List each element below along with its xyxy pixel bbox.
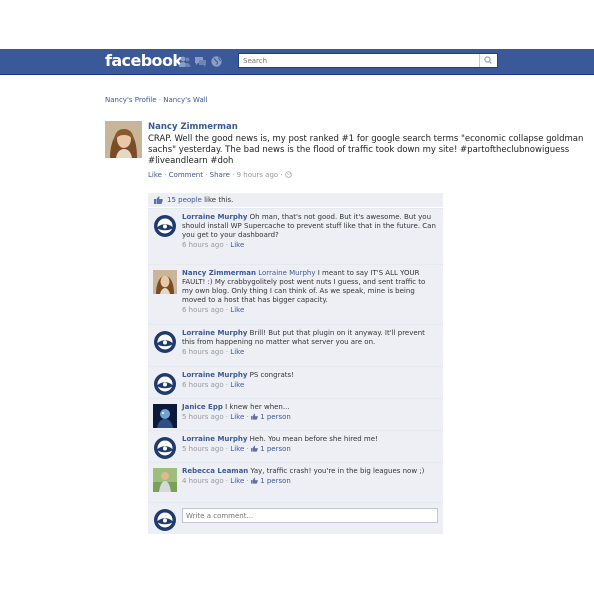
write-comment-box <box>148 502 443 534</box>
comment-like-link[interactable]: Like <box>230 477 244 485</box>
comment-time[interactable]: 6 hours ago <box>182 381 224 389</box>
post-actions-separator: · <box>205 171 208 179</box>
commenter-avatar-logo[interactable] <box>153 330 177 354</box>
comment-meta: 4 hours ago · Like · 1 person <box>182 477 291 485</box>
breadcrumb-profile-link[interactable]: Nancy's Profile <box>105 96 157 104</box>
comment-time[interactable]: 5 hours ago <box>182 413 224 421</box>
comment-body: Lorraine Murphy PS congrats! 6 hours ago… <box>182 371 438 390</box>
comment-like-link[interactable]: Like <box>230 348 244 356</box>
commenter-avatar-photo[interactable] <box>153 270 177 294</box>
comment: Lorraine Murphy Brill! But put that plug… <box>148 324 443 366</box>
comment-text: Yay, traffic crash! you're in the big le… <box>248 467 425 475</box>
comment-body: Lorraine Murphy Brill! But put that plug… <box>182 329 438 357</box>
post-actions-separator: · <box>164 171 167 179</box>
notification-jewels <box>178 55 223 68</box>
post-timestamp[interactable]: 9 hours ago <box>237 171 279 179</box>
comment-meta: 6 hours ago · Like <box>182 348 245 356</box>
comment-like-link[interactable]: Like <box>230 413 244 421</box>
comment: Nancy Zimmerman Lorraine Murphy I meant … <box>148 264 443 324</box>
current-user-avatar-logo <box>154 509 176 531</box>
comment: Lorraine Murphy PS congrats! 6 hours ago… <box>148 366 443 398</box>
comment-likes-count[interactable]: 1 person <box>260 445 291 453</box>
comment-time[interactable]: 6 hours ago <box>182 241 224 249</box>
comment-like-link[interactable]: Like <box>230 306 244 314</box>
comment-meta: 6 hours ago · Like <box>182 241 245 249</box>
write-comment-input[interactable] <box>182 508 438 523</box>
post-author-avatar[interactable] <box>105 121 142 158</box>
comment-author[interactable]: Lorraine Murphy <box>182 329 247 337</box>
commenter-avatar-logo[interactable] <box>153 214 177 238</box>
messages-icon[interactable] <box>194 55 207 68</box>
comment-likes-count[interactable]: 1 person <box>260 413 291 421</box>
comment-author[interactable]: Lorraine Murphy <box>182 435 247 443</box>
commenter-avatar-logo[interactable] <box>153 436 177 460</box>
search-input[interactable] <box>239 54 487 67</box>
comment: Rebecca Leaman Yay, traffic crash! you'r… <box>148 462 443 502</box>
breadcrumb: Nancy's Profile · Nancy's Wall <box>105 96 208 104</box>
comment-body: Nancy Zimmerman Lorraine Murphy I meant … <box>182 269 438 315</box>
comment-like-link[interactable]: Like <box>230 381 244 389</box>
comment-time[interactable]: 5 hours ago <box>182 445 224 453</box>
comment-text: PS congrats! <box>247 371 294 379</box>
comment: Lorraine Murphy Oh man, that's not good.… <box>148 208 443 264</box>
comment-author[interactable]: Lorraine Murphy <box>182 371 247 379</box>
comment-meta: 5 hours ago · Like · 1 person <box>182 413 291 421</box>
comment-like-thumb-icon <box>250 477 258 484</box>
comment-meta: 6 hours ago · Like <box>182 381 245 389</box>
likes-text: 15 people like this. <box>167 193 233 207</box>
post-share-link[interactable]: Share <box>210 171 230 179</box>
post-message: CRAP. Well the good news is, my post ran… <box>148 134 584 166</box>
comment-time[interactable]: 4 hours ago <box>182 477 224 485</box>
comment-meta: 6 hours ago · Like <box>182 306 245 314</box>
post-comment-link[interactable]: Comment <box>169 171 203 179</box>
commenter-avatar-photo[interactable] <box>153 404 177 428</box>
facebook-logo[interactable]: facebook <box>105 51 183 71</box>
post-author-name[interactable]: Nancy Zimmerman <box>148 121 588 133</box>
post-actions-separator: · <box>280 171 283 179</box>
comment-author[interactable]: Lorraine Murphy <box>182 213 247 221</box>
comment-time[interactable]: 6 hours ago <box>182 348 224 356</box>
likes-people-link[interactable]: 15 people <box>167 196 202 204</box>
notifications-globe-icon[interactable] <box>210 55 223 68</box>
comment-likes-count[interactable]: 1 person <box>260 477 291 485</box>
public-globe-icon <box>285 171 292 178</box>
comment-author[interactable]: Rebecca Leaman <box>182 467 248 475</box>
comment-body: Lorraine Murphy Oh man, that's not good.… <box>182 213 438 250</box>
comment-meta: 5 hours ago · Like · 1 person <box>182 445 291 453</box>
comment-body: Lorraine Murphy Heh. You mean before she… <box>182 435 438 454</box>
comment-body: Rebecca Leaman Yay, traffic crash! you'r… <box>182 467 438 486</box>
commenter-avatar-logo[interactable] <box>153 372 177 396</box>
comment-body: Janice Epp I knew her when... 5 hours ag… <box>182 403 438 422</box>
comment-like-link[interactable]: Like <box>230 241 244 249</box>
search-icon[interactable] <box>479 54 497 67</box>
comment: Lorraine Murphy Heh. You mean before she… <box>148 430 443 462</box>
breadcrumb-wall-link[interactable]: Nancy's Wall <box>163 96 207 104</box>
comment-author[interactable]: Nancy Zimmerman <box>182 269 256 277</box>
post-actions: Like · Comment · Share · 9 hours ago · <box>148 170 588 180</box>
commenter-avatar-photo[interactable] <box>153 468 177 492</box>
comment-author[interactable]: Janice Epp <box>182 403 223 411</box>
comment-time[interactable]: 6 hours ago <box>182 306 224 314</box>
search-box[interactable] <box>238 53 498 68</box>
comment-mention[interactable]: Lorraine Murphy <box>256 269 315 277</box>
likes-suffix: like this. <box>201 196 234 204</box>
comment-text: I knew her when... <box>222 403 290 411</box>
breadcrumb-separator: · <box>158 96 161 104</box>
post-actions-separator: · <box>232 171 235 179</box>
thumbs-up-icon <box>154 196 163 204</box>
top-navigation-bar: facebook <box>0 49 594 75</box>
friend-requests-icon[interactable] <box>178 55 191 68</box>
likes-summary: 15 people like this. <box>148 193 443 207</box>
post-like-link[interactable]: Like <box>148 171 162 179</box>
comment-like-link[interactable]: Like <box>230 445 244 453</box>
comment-text: Heh. You mean before she hired me! <box>247 435 378 443</box>
comment-like-thumb-icon <box>250 413 258 420</box>
comment-like-thumb-icon <box>250 445 258 452</box>
comment: Janice Epp I knew her when... 5 hours ag… <box>148 398 443 430</box>
